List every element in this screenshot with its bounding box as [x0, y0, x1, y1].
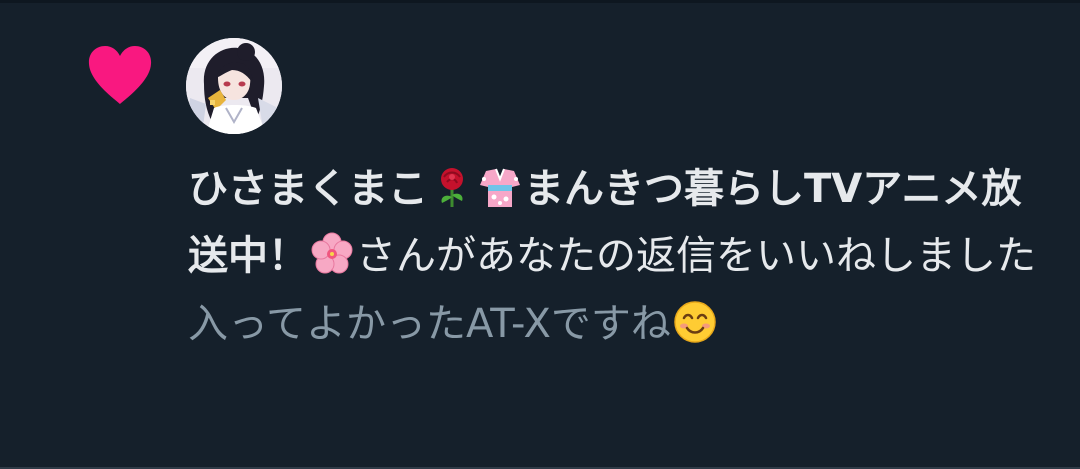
notification-content: ひさまくまこ まんきつ暮らしTVアニメ放送中！ さんがあなたの返信をいいねしました … — [188, 156, 1048, 352]
smiling-face-emoji — [674, 301, 716, 343]
like-notification[interactable]: ひさまくまこ まんきつ暮らしTVアニメ放送中！ さんがあなたの返信をいいねしました … — [0, 0, 1080, 469]
notification-message: ひさまくまこ まんきつ暮らしTVアニメ放送中！ さんがあなたの返信をいいねしました — [188, 156, 1048, 290]
action-text: さんがあなたの返信をいいねしました — [356, 233, 1036, 279]
cherry-blossom-emoji — [311, 232, 353, 274]
avatar[interactable] — [186, 38, 282, 134]
liked-reply-text[interactable]: 入ってよかったAT-Xですね — [188, 296, 1048, 352]
divider — [0, 0, 1080, 3]
heart-icon — [88, 46, 152, 104]
user-name-part1: ひさまくまこ — [188, 166, 428, 212]
rose-emoji — [441, 168, 463, 207]
reply-text: 入ってよかったAT-Xですね — [188, 301, 671, 347]
kimono-emoji — [480, 168, 520, 207]
